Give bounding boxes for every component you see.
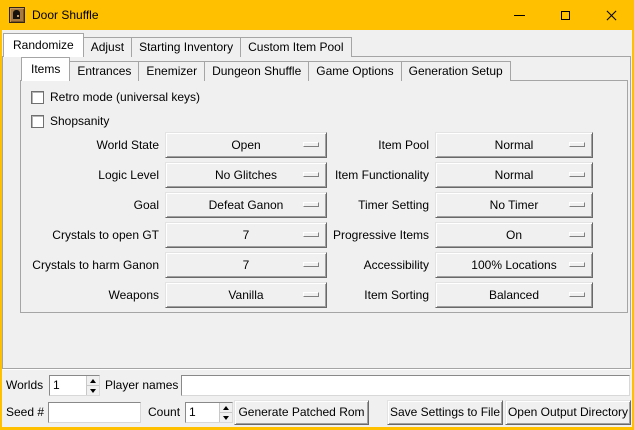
items-tab-panel: Retro mode (universal keys) Shopsanity W… [20, 80, 628, 313]
goal-label: Goal [21, 192, 159, 218]
item-pool-label: Item Pool [275, 132, 429, 158]
generate-patched-rom-button[interactable]: Generate Patched Rom [234, 400, 369, 425]
item-sorting-label: Item Sorting [275, 282, 429, 308]
crystals-ganon-value: 7 [243, 258, 250, 272]
worlds-label: Worlds [6, 375, 43, 396]
tab-entrances[interactable]: Entrances [69, 61, 139, 81]
seed-input[interactable] [48, 402, 141, 423]
accessibility-value: 100% Locations [471, 258, 556, 272]
item-functionality-label: Item Functionality [275, 162, 429, 188]
tab-custom-item-pool[interactable]: Custom Item Pool [240, 37, 351, 57]
door-icon [9, 7, 25, 23]
spinner-down-icon[interactable] [87, 386, 99, 395]
save-settings-button[interactable]: Save Settings to File [387, 400, 503, 425]
tab-dungeon-shuffle[interactable]: Dungeon Shuffle [204, 61, 309, 81]
retro-mode-label: Retro mode (universal keys) [50, 90, 200, 104]
open-output-directory-button[interactable]: Open Output Directory [505, 400, 631, 425]
optionmenu-indicator-icon [569, 172, 585, 177]
crystals-ganon-label: Crystals to harm Ganon [21, 252, 159, 278]
checkbox-icon[interactable] [31, 115, 44, 128]
worlds-value: 1 [53, 376, 60, 395]
crystals-gt-label: Crystals to open GT [21, 222, 159, 248]
crystals-gt-value: 7 [243, 228, 250, 242]
logic-level-label: Logic Level [21, 162, 159, 188]
maximize-button[interactable] [542, 0, 588, 30]
title-bar: Door Shuffle [0, 0, 634, 30]
world-state-value: Open [231, 138, 260, 152]
optionmenu-indicator-icon [569, 202, 585, 207]
optionmenu-indicator-icon [569, 292, 585, 297]
player-names-label: Player names [105, 375, 178, 396]
tab-starting-inventory[interactable]: Starting Inventory [131, 37, 241, 57]
item-functionality-value: Normal [495, 168, 534, 182]
goal-value: Defeat Ganon [209, 198, 284, 212]
logic-level-value: No Glitches [215, 168, 277, 182]
spinner-up-icon[interactable] [220, 403, 232, 413]
retro-mode-checkbox[interactable]: Retro mode (universal keys) [31, 89, 200, 105]
progressive-items-value: On [506, 228, 522, 242]
tab-game-options[interactable]: Game Options [308, 61, 401, 81]
timer-setting-label: Timer Setting [275, 192, 429, 218]
maximize-icon [561, 11, 570, 20]
tab-adjust[interactable]: Adjust [83, 37, 132, 57]
checkbox-icon[interactable] [31, 91, 44, 104]
accessibility-dropdown[interactable]: 100% Locations [435, 252, 593, 278]
seed-label: Seed # [6, 402, 44, 423]
progressive-items-label: Progressive Items [275, 222, 429, 248]
count-spinner[interactable]: 1 [185, 402, 233, 423]
item-pool-dropdown[interactable]: Normal [435, 132, 593, 158]
main-tab-bar: Randomize Adjust Starting Inventory Cust… [3, 33, 351, 57]
app-window: Door Shuffle Randomize Adjust Starting I… [0, 0, 634, 430]
worlds-spinner[interactable]: 1 [49, 375, 100, 396]
close-button[interactable] [588, 0, 634, 30]
optionmenu-indicator-icon [569, 232, 585, 237]
minimize-button[interactable] [496, 0, 542, 30]
world-state-label: World State [21, 132, 159, 158]
item-sorting-value: Balanced [489, 288, 539, 302]
weapons-value: Vanilla [228, 288, 263, 302]
accessibility-label: Accessibility [275, 252, 429, 278]
weapons-label: Weapons [21, 282, 159, 308]
sub-tab-bar: Items Entrances Enemizer Dungeon Shuffle… [21, 57, 510, 81]
spinner-up-icon[interactable] [87, 376, 99, 386]
optionmenu-indicator-icon [569, 262, 585, 267]
player-names-input[interactable] [181, 375, 630, 396]
minimize-icon [514, 15, 525, 16]
tab-randomize[interactable]: Randomize [3, 33, 84, 57]
tab-items[interactable]: Items [21, 57, 70, 81]
timer-setting-value: No Timer [490, 198, 539, 212]
tab-enemizer[interactable]: Enemizer [138, 61, 205, 81]
shopsanity-label: Shopsanity [50, 114, 109, 128]
count-value: 1 [189, 403, 196, 422]
shopsanity-checkbox[interactable]: Shopsanity [31, 113, 109, 129]
client-area: Randomize Adjust Starting Inventory Cust… [2, 30, 632, 427]
item-functionality-dropdown[interactable]: Normal [435, 162, 593, 188]
spinner-down-icon[interactable] [220, 413, 232, 422]
item-pool-value: Normal [495, 138, 534, 152]
window-title: Door Shuffle [32, 0, 99, 30]
close-icon [605, 9, 618, 22]
count-label: Count [148, 402, 180, 423]
item-sorting-dropdown[interactable]: Balanced [435, 282, 593, 308]
tab-generation-setup[interactable]: Generation Setup [401, 61, 511, 81]
timer-setting-dropdown[interactable]: No Timer [435, 192, 593, 218]
progressive-items-dropdown[interactable]: On [435, 222, 593, 248]
optionmenu-indicator-icon [569, 142, 585, 147]
